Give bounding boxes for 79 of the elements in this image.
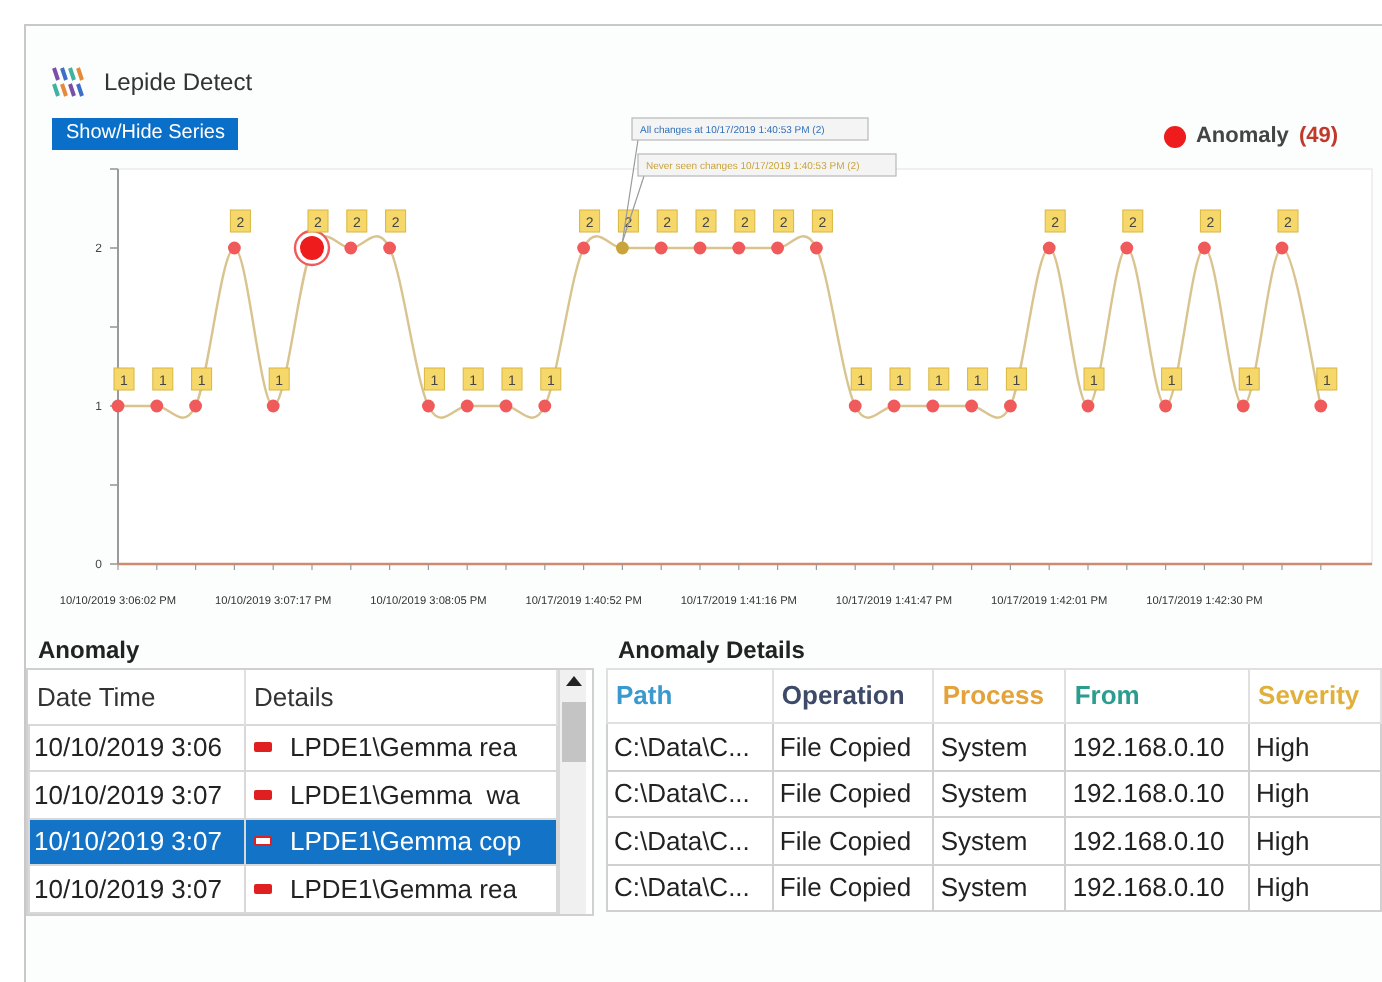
show-hide-series-button[interactable]: Show/Hide Series — [52, 118, 239, 150]
data-point[interactable] — [965, 399, 978, 413]
data-point[interactable] — [616, 241, 629, 255]
logo-icon — [52, 66, 84, 98]
severity-icon — [254, 789, 272, 800]
legend-label: Anomaly — [1195, 122, 1289, 152]
column-header[interactable]: Operation — [772, 669, 934, 723]
data-point[interactable] — [693, 241, 707, 255]
data-point[interactable] — [654, 241, 668, 255]
data-point[interactable] — [848, 399, 862, 413]
data-point[interactable] — [266, 399, 280, 413]
data-point[interactable] — [810, 241, 823, 255]
table-cell: System — [933, 723, 1066, 770]
table-cell: File Copied — [772, 817, 934, 864]
data-point[interactable] — [111, 399, 125, 413]
table-cell-text: LPDE1\Gemma wa — [290, 777, 520, 813]
data-point[interactable] — [732, 241, 746, 255]
severity-icon — [254, 836, 272, 847]
data-point[interactable] — [422, 399, 435, 413]
table-cell: 10/10/2019 3:06 — [29, 724, 245, 771]
table-cell: C:\Data\C... — [607, 864, 773, 911]
data-point[interactable] — [887, 399, 901, 413]
data-point[interactable] — [1314, 399, 1328, 413]
data-point[interactable] — [460, 399, 474, 413]
data-point[interactable] — [577, 241, 590, 255]
data-point[interactable] — [228, 241, 241, 255]
data-point[interactable] — [771, 241, 784, 255]
data-point[interactable] — [344, 241, 358, 255]
table-cell: High — [1249, 817, 1381, 864]
table-cell: 192.168.0.10 — [1065, 770, 1250, 817]
data-point[interactable] — [189, 399, 202, 413]
data-point[interactable] — [1004, 399, 1017, 413]
scroll-up-icon[interactable] — [565, 674, 581, 686]
data-point[interactable] — [1081, 399, 1095, 413]
app-title: Lepide Detect — [104, 66, 253, 100]
table-row[interactable]: 10/10/2019 3:07 LPDE1\Gemma cop — [29, 818, 557, 865]
table-row[interactable]: 10/10/2019 3:06 LPDE1\Gemma rea — [29, 724, 557, 771]
table-cell: High — [1249, 770, 1381, 817]
table-cell: C:\Data\C... — [607, 770, 773, 817]
table-cell: 192.168.0.10 — [1065, 723, 1250, 770]
table-cell: System — [933, 770, 1066, 817]
data-point[interactable] — [538, 399, 552, 413]
table-cell: 10/10/2019 3:07 — [29, 771, 245, 818]
scrollbar[interactable] — [558, 670, 586, 913]
table-cell: System — [933, 864, 1066, 911]
severity-icon — [254, 883, 272, 894]
data-point[interactable] — [383, 241, 396, 255]
legend-count: (49) — [1298, 122, 1338, 152]
severity-icon — [254, 742, 272, 753]
data-point[interactable] — [150, 399, 164, 413]
table-cell-text: LPDE1\Gemma cop — [290, 824, 522, 860]
table-cell: File Copied — [772, 723, 934, 770]
data-point[interactable] — [1159, 399, 1172, 413]
table-cell: 192.168.0.10 — [1065, 817, 1250, 864]
data-point[interactable] — [499, 399, 513, 413]
panel-title: Anomaly Details — [616, 634, 807, 668]
data-point[interactable] — [1275, 241, 1289, 255]
table-row[interactable]: 10/10/2019 3:07 LPDE1\Gemma rea — [29, 865, 557, 912]
table-cell: 10/10/2019 3:07 — [29, 865, 245, 912]
table-row[interactable]: 10/10/2019 3:07 LPDE1\Gemma wa — [29, 771, 557, 818]
table-cell: High — [1249, 723, 1381, 770]
table-cell: High — [1249, 864, 1381, 911]
data-point[interactable] — [1120, 241, 1134, 255]
data-point[interactable] — [1236, 399, 1250, 413]
highlighted-point[interactable] — [293, 229, 331, 267]
table-cell-text: LPDE1\Gemma rea — [290, 871, 517, 907]
table-cell: C:\Data\C... — [607, 723, 773, 770]
panel-title: Anomaly — [36, 634, 142, 668]
table-cell: File Copied — [772, 864, 934, 911]
table-cell: System — [933, 817, 1066, 864]
data-point[interactable] — [926, 399, 940, 413]
scrollbar-thumb[interactable] — [561, 702, 585, 762]
column-header[interactable]: Date Time — [29, 670, 245, 724]
table-cell: File Copied — [772, 770, 934, 817]
data-point[interactable] — [1198, 241, 1211, 255]
table-cell: 192.168.0.10 — [1065, 864, 1250, 911]
table-cell: C:\Data\C... — [607, 817, 773, 864]
data-point[interactable] — [1042, 241, 1056, 255]
table-cell-text: LPDE1\Gemma rea — [290, 730, 517, 766]
